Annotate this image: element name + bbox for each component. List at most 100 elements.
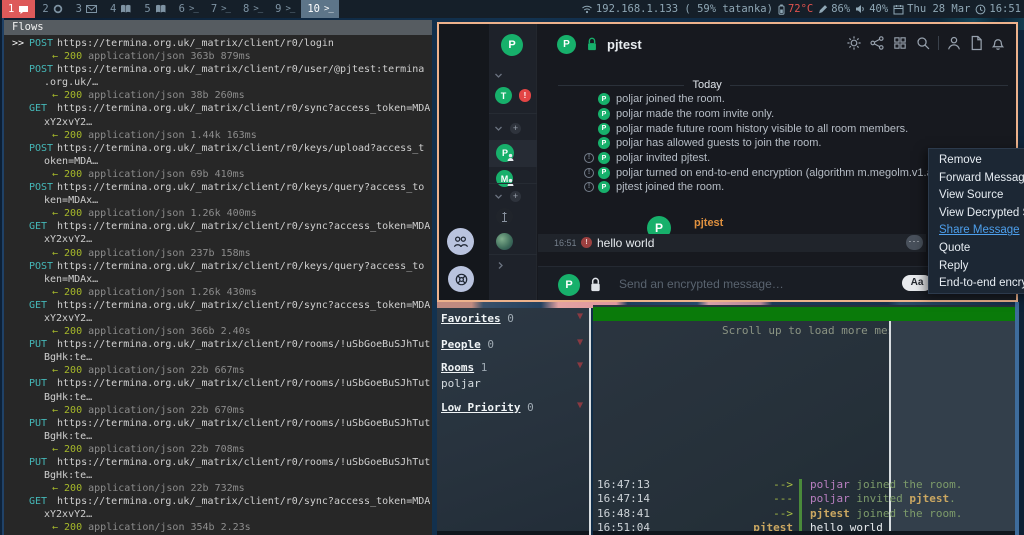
flow-row[interactable]: GEThttps://termina.org.uk/_matrix/client… <box>4 220 432 259</box>
clock-icon <box>975 4 986 15</box>
buffer-room-item[interactable]: poljar <box>441 377 481 390</box>
workspace-9[interactable]: 9 >_ <box>269 0 300 18</box>
warning-icon: ! <box>584 182 594 192</box>
flow-method: POST <box>29 37 57 50</box>
gear-icon[interactable] <box>846 35 862 51</box>
flow-method: PUT <box>29 377 57 390</box>
menu-item-reply[interactable]: Reply <box>929 258 1024 276</box>
room-avatar-lamp[interactable] <box>496 208 513 225</box>
date-divider: Today <box>558 79 1008 91</box>
flow-list: >>POSThttps://termina.org.uk/_matrix/cli… <box>4 35 432 535</box>
chevron-down-icon[interactable] <box>494 193 503 200</box>
flow-method: PUT <box>29 338 57 351</box>
message-options-button[interactable]: ··· <box>906 235 923 250</box>
buffer-section-low-priority[interactable]: Low Priority 0 <box>441 401 534 414</box>
flow-row[interactable]: PUThttps://termina.org.uk/_matrix/client… <box>4 377 432 416</box>
menu-item-remove[interactable]: Remove <box>929 152 1024 170</box>
flow-row[interactable]: POSThttps://termina.org.uk/_matrix/clien… <box>4 181 432 220</box>
temperature-status: 72°C <box>778 3 813 15</box>
message-input[interactable] <box>617 274 877 294</box>
menu-item-view-source[interactable]: View Source <box>929 187 1024 205</box>
message-row[interactable]: 16:51 ! hello world ··· <box>538 234 926 252</box>
room-rail: P T ! + P M + <box>489 24 537 300</box>
menu-item-view-decrypted[interactable]: View Decrypted S <box>929 205 1024 223</box>
workspace-3[interactable]: 3 <box>70 0 103 18</box>
rail-divider <box>489 113 537 114</box>
flow-row[interactable]: POSThttps://termina.org.uk/_matrix/clien… <box>4 63 432 102</box>
lamp-icon <box>500 211 509 223</box>
flow-response: ← 200 application/json 354b 2.23s <box>4 521 432 534</box>
rail-divider <box>489 183 537 184</box>
chevron-right-icon[interactable] <box>497 261 504 270</box>
menu-item-share[interactable]: Share Message <box>929 222 1024 240</box>
flow-row[interactable]: POSThttps://termina.org.uk/_matrix/clien… <box>4 142 432 181</box>
scroll-notice: Scroll up to load more mess <box>722 324 901 337</box>
workspace-5[interactable]: 5 <box>138 0 171 18</box>
flow-response: ← 200 application/json 363b 879ms <box>4 50 432 63</box>
person-icon[interactable] <box>946 35 962 51</box>
workspace-7[interactable]: 7 >_ <box>205 0 236 18</box>
flow-url-cont: ken=MDAx… <box>4 194 432 207</box>
calendar-icon <box>893 4 904 15</box>
chevron-down-icon[interactable] <box>494 72 503 79</box>
add-room-button[interactable]: + <box>510 191 521 202</box>
warning-icon: ! <box>584 153 594 163</box>
add-room-button[interactable]: + <box>510 123 521 134</box>
menu-item-e2e-info[interactable]: End-to-end encry <box>929 275 1024 293</box>
flow-row[interactable]: PUThttps://termina.org.uk/_matrix/client… <box>4 456 432 495</box>
people-icon <box>452 234 469 249</box>
collapse-triangle-icon[interactable]: ▼ <box>577 311 583 322</box>
send-error-icon: ! <box>581 237 592 248</box>
members-button[interactable] <box>447 228 474 255</box>
flow-method: GET <box>29 102 57 115</box>
flow-method: POST <box>29 63 57 76</box>
flow-url-cont: BgHk:te… <box>4 430 432 443</box>
menu-item-forward[interactable]: Forward Message <box>929 170 1024 188</box>
buffer-section-favorites[interactable]: Favorites 0 <box>441 312 514 325</box>
collapse-triangle-icon[interactable]: ▼ <box>577 337 583 348</box>
bell-icon[interactable] <box>990 35 1006 51</box>
buffer-section-people[interactable]: People 0 <box>441 338 494 351</box>
room-avatar-image[interactable] <box>496 233 513 250</box>
flow-url-cont: ken=MDAx… <box>4 273 432 286</box>
room-event: Ppoljar made future room history visible… <box>538 121 1008 136</box>
flow-method: POST <box>29 260 57 273</box>
flow-url-cont: xY2xvY2… <box>4 116 432 129</box>
collapse-triangle-icon[interactable]: ▼ <box>577 360 583 371</box>
workspace-10[interactable]: 10 >_ <box>301 0 339 18</box>
flow-row[interactable]: GEThttps://termina.org.uk/_matrix/client… <box>4 495 432 534</box>
flow-row[interactable]: GEThttps://termina.org.uk/_matrix/client… <box>4 299 432 338</box>
menu-item-quote[interactable]: Quote <box>929 240 1024 258</box>
workspace-8[interactable]: 8 >_ <box>237 0 268 18</box>
flow-row[interactable]: GEThttps://termina.org.uk/_matrix/client… <box>4 102 432 141</box>
grid-icon[interactable] <box>892 35 908 51</box>
workspace-4[interactable]: 4 <box>104 0 137 18</box>
flow-url-cont: xY2xvY2… <box>4 233 432 246</box>
file-icon[interactable] <box>969 35 983 51</box>
collapse-triangle-icon[interactable]: ▼ <box>577 400 583 411</box>
workspace-6[interactable]: 6 >_ <box>173 0 204 18</box>
rail-divider <box>489 254 537 255</box>
flow-url: https://termina.org.uk/_matrix/client/r0… <box>57 261 424 272</box>
wheel-icon <box>453 271 470 288</box>
chevron-down-icon[interactable] <box>494 125 503 132</box>
flow-method: POST <box>29 142 57 155</box>
flow-row[interactable]: PUThttps://termina.org.uk/_matrix/client… <box>4 417 432 456</box>
flow-row[interactable]: >>POSThttps://termina.org.uk/_matrix/cli… <box>4 37 432 63</box>
workspace-1[interactable]: 1 <box>2 0 35 18</box>
book-icon <box>120 4 131 14</box>
room-avatar-t[interactable]: T <box>495 87 512 104</box>
workspace-list: 1 2 3 4 5 6 >_ <box>0 0 339 18</box>
account-avatar[interactable]: P <box>501 34 523 56</box>
buffer-section-rooms[interactable]: Rooms 1 <box>441 361 487 374</box>
encrypted-lock-icon <box>585 36 599 52</box>
workspace-2[interactable]: 2 <box>36 0 68 18</box>
share-icon[interactable] <box>869 35 885 51</box>
flow-row[interactable]: PUThttps://termina.org.uk/_matrix/client… <box>4 338 432 377</box>
flow-response: ← 200 application/json 22b 667ms <box>4 364 432 377</box>
flow-row[interactable]: POSThttps://termina.org.uk/_matrix/clien… <box>4 260 432 299</box>
help-button[interactable] <box>448 266 474 292</box>
chat-icon <box>18 4 29 15</box>
search-icon[interactable] <box>915 35 931 51</box>
room-avatar: P <box>557 35 576 54</box>
